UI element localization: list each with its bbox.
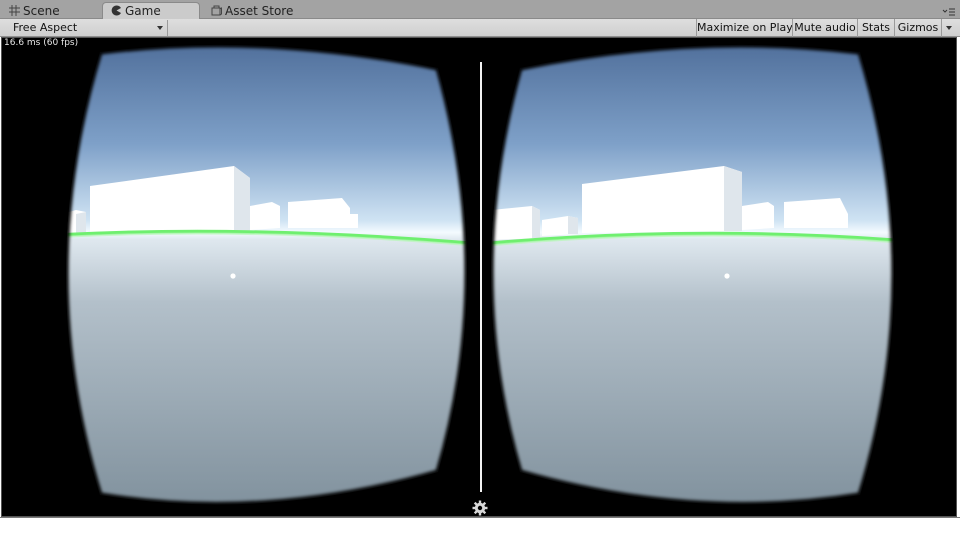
tab-game-label: Game — [125, 4, 161, 18]
tab-scene-label: Scene — [23, 4, 60, 18]
gizmos-toggle[interactable]: Gizmos — [894, 19, 941, 37]
tab-scene[interactable]: Scene — [9, 3, 60, 19]
chevron-down-icon — [946, 26, 952, 30]
gizmos-dropdown[interactable] — [941, 19, 955, 37]
vr-stereo-render — [63, 42, 897, 507]
stats-toggle[interactable]: Stats — [857, 19, 894, 37]
aspect-label: Free Aspect — [13, 21, 78, 34]
gear-icon[interactable] — [472, 500, 488, 516]
game-toolbar: Free Aspect Maximize on Play Mute audio … — [0, 19, 960, 37]
tab-strip: Scene Game Asset Store — [0, 0, 960, 20]
tab-asset-store[interactable]: Asset Store — [211, 3, 293, 19]
tab-game[interactable]: Game — [102, 2, 200, 20]
lens-divider-line — [480, 62, 482, 492]
fps-readout: 16.6 ms (60 fps) — [4, 38, 79, 48]
panel-bottom-border — [0, 517, 960, 518]
aspect-dropdown[interactable]: Free Aspect — [5, 20, 168, 36]
panel-menu-icon[interactable] — [942, 6, 956, 16]
chevron-down-icon — [157, 26, 163, 30]
maximize-on-play-toggle[interactable]: Maximize on Play — [696, 19, 793, 37]
grid-icon — [9, 5, 20, 16]
mute-audio-toggle[interactable]: Mute audio — [792, 19, 857, 37]
tab-asset-store-label: Asset Store — [225, 4, 294, 18]
game-view[interactable]: 16.6 ms (60 fps) — [1, 37, 957, 517]
pacman-icon — [111, 5, 121, 16]
store-bag-icon — [211, 5, 222, 16]
